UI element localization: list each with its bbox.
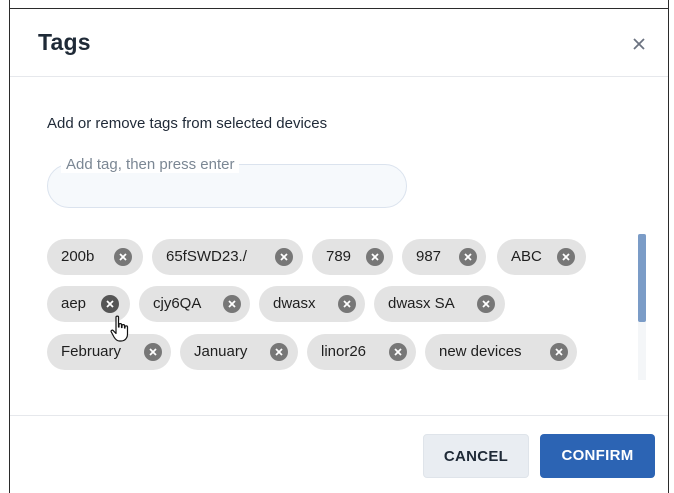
window-frame-top bbox=[0, 0, 674, 9]
remove-tag-icon[interactable] bbox=[223, 295, 241, 313]
remove-tag-icon[interactable] bbox=[389, 343, 407, 361]
dialog-header: Tags bbox=[10, 9, 668, 77]
tags-dialog: Tags Add or remove tags from selected de… bbox=[10, 9, 668, 493]
remove-tag-icon[interactable] bbox=[550, 343, 568, 361]
tag-chip-label: January bbox=[194, 343, 248, 360]
tag-chip-label: dwasx bbox=[273, 295, 316, 312]
tag-chip-label: 789 bbox=[326, 248, 352, 265]
remove-tag-icon[interactable] bbox=[275, 248, 293, 266]
tag-chip-label: new devices bbox=[439, 343, 522, 360]
window-frame-right bbox=[668, 0, 674, 493]
remove-tag-icon[interactable] bbox=[477, 295, 495, 313]
scrollbar-thumb[interactable] bbox=[638, 234, 646, 322]
tag-chip[interactable]: 789 bbox=[312, 239, 393, 275]
tag-chip[interactable]: dwasx SA bbox=[374, 286, 505, 322]
remove-tag-icon[interactable] bbox=[459, 248, 477, 266]
tag-chip-label: 987 bbox=[416, 248, 442, 265]
remove-tag-icon[interactable] bbox=[101, 295, 119, 313]
tag-chip[interactable]: dwasx bbox=[259, 286, 365, 322]
tag-chip-label: 200b bbox=[61, 248, 95, 265]
tag-chip-label: 65fSWD23./ bbox=[166, 248, 247, 265]
tag-chip[interactable]: February bbox=[47, 334, 171, 370]
tag-chip-label: dwasx SA bbox=[388, 295, 455, 312]
tag-chip[interactable]: January bbox=[180, 334, 298, 370]
tag-chip[interactable]: 987 bbox=[402, 239, 486, 275]
remove-tag-icon[interactable] bbox=[144, 343, 162, 361]
tag-chip[interactable]: linor26 bbox=[307, 334, 416, 370]
remove-tag-icon[interactable] bbox=[114, 248, 132, 266]
cancel-button[interactable]: CANCEL bbox=[423, 434, 529, 478]
tag-chip-list: 200b 65fSWD23./ 789 987 ABC aep cjy6QA d… bbox=[47, 239, 637, 389]
remove-tag-icon[interactable] bbox=[557, 248, 575, 266]
tag-chip[interactable]: cjy6QA bbox=[139, 286, 250, 322]
add-tag-field[interactable]: Add tag, then press enter bbox=[47, 156, 407, 208]
remove-tag-icon[interactable] bbox=[338, 295, 356, 313]
dialog-title: Tags bbox=[38, 29, 91, 55]
tag-chip-label: ABC bbox=[511, 248, 542, 265]
confirm-button[interactable]: CONFIRM bbox=[540, 434, 655, 478]
tag-chip-label: cjy6QA bbox=[153, 295, 202, 312]
window-frame-left bbox=[0, 0, 10, 493]
dialog-description: Add or remove tags from selected devices bbox=[47, 115, 328, 132]
tag-chip-label: aep bbox=[61, 295, 87, 312]
hand-cursor-icon bbox=[110, 315, 132, 343]
tag-chip[interactable]: 65fSWD23./ bbox=[152, 239, 303, 275]
footer-divider bbox=[10, 415, 668, 416]
close-icon[interactable] bbox=[629, 34, 649, 54]
tag-chip[interactable]: ABC bbox=[497, 239, 586, 275]
add-tag-input[interactable] bbox=[64, 177, 388, 199]
remove-tag-icon[interactable] bbox=[270, 343, 288, 361]
tag-chip-label: February bbox=[61, 343, 122, 360]
tag-chip[interactable]: 200b bbox=[47, 239, 143, 275]
remove-tag-icon[interactable] bbox=[366, 248, 384, 266]
add-tag-label: Add tag, then press enter bbox=[61, 156, 240, 173]
tag-chip-label: linor26 bbox=[321, 343, 367, 360]
tag-chip[interactable]: new devices bbox=[425, 334, 577, 370]
